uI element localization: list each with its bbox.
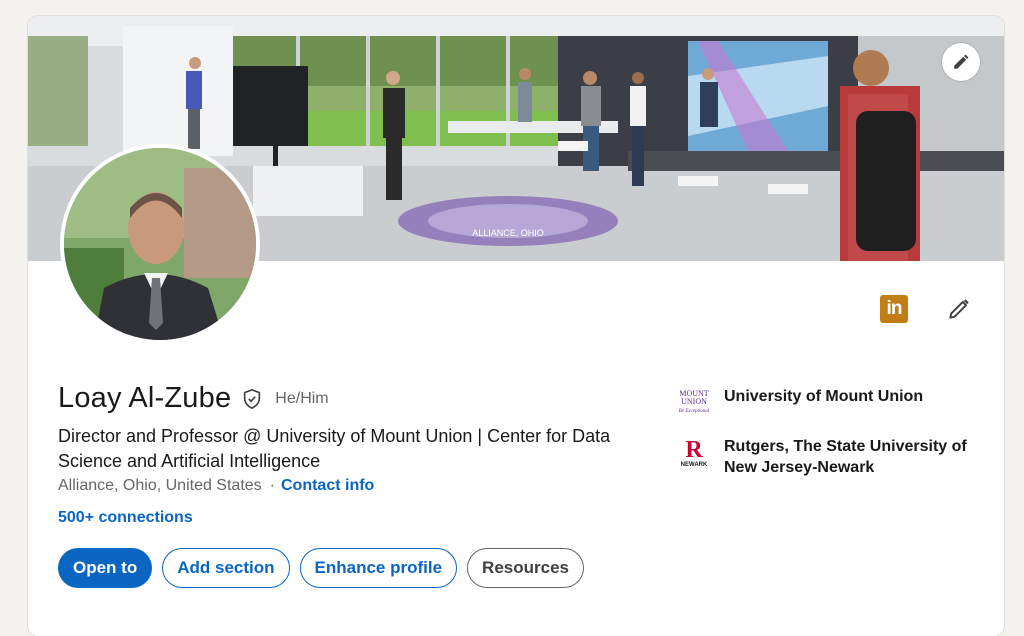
rutgers-logo: R NEWARK xyxy=(674,436,714,468)
floor-seal-text: ALLIANCE, OHIO xyxy=(472,228,544,238)
org-item-mount-union[interactable]: MOUNT UNION Be Exceptional University of… xyxy=(674,386,984,418)
location-row: Alliance, Ohio, United States · Contact in… xyxy=(58,477,374,495)
mount-union-logo-image: MOUNT UNION Be Exceptional xyxy=(679,389,710,414)
verified-shield-icon[interactable] xyxy=(241,387,263,411)
pronouns: He/Him xyxy=(275,389,329,407)
profile-name: Loay Al-Zube xyxy=(58,382,232,414)
org-item-rutgers[interactable]: R NEWARK Rutgers, The State University o… xyxy=(674,436,984,478)
mount-union-logo: MOUNT UNION Be Exceptional xyxy=(674,386,714,418)
add-section-button[interactable]: Add section xyxy=(162,548,290,588)
connections-link[interactable]: 500+ connections xyxy=(58,509,193,527)
svg-text:R: R xyxy=(685,437,703,463)
separator-dot: · xyxy=(269,477,275,494)
name-row: Loay Al-Zube He/Him xyxy=(58,382,329,415)
edit-intro-button[interactable] xyxy=(944,294,974,324)
enhance-profile-button[interactable]: Enhance profile xyxy=(299,548,458,588)
organizations-list: MOUNT UNION Be Exceptional University of… xyxy=(674,386,984,496)
contact-info-link[interactable]: Contact info xyxy=(281,477,374,494)
profile-photo[interactable] xyxy=(60,144,260,344)
svg-text:UNION: UNION xyxy=(681,397,707,406)
rutgers-logo-image: R NEWARK xyxy=(681,437,708,468)
svg-text:Be Exceptional: Be Exceptional xyxy=(679,409,710,414)
avatar-image xyxy=(64,148,256,340)
profile-action-buttons: Open to Add section Enhance profile Reso… xyxy=(58,548,584,588)
open-to-button[interactable]: Open to xyxy=(58,548,153,588)
svg-text:NEWARK: NEWARK xyxy=(681,462,708,468)
org-name-mount-union: University of Mount Union xyxy=(724,388,924,405)
linkedin-premium-icon[interactable]: in xyxy=(880,295,908,323)
resources-button[interactable]: Resources xyxy=(467,548,584,588)
profile-headline: Director and Professor @ University of M… xyxy=(58,426,611,471)
edit-banner-button[interactable] xyxy=(942,43,980,81)
profile-top-actions: in xyxy=(880,294,974,324)
org-name-rutgers: Rutgers, The State University of New Jer… xyxy=(724,438,967,476)
profile-card: ALLIANCE, OHIO in Loay Al-Zube He/Him Di… xyxy=(28,16,1004,636)
pencil-icon xyxy=(949,299,969,319)
location: Alliance, Ohio, United States xyxy=(58,477,262,494)
pencil-icon xyxy=(954,54,969,69)
